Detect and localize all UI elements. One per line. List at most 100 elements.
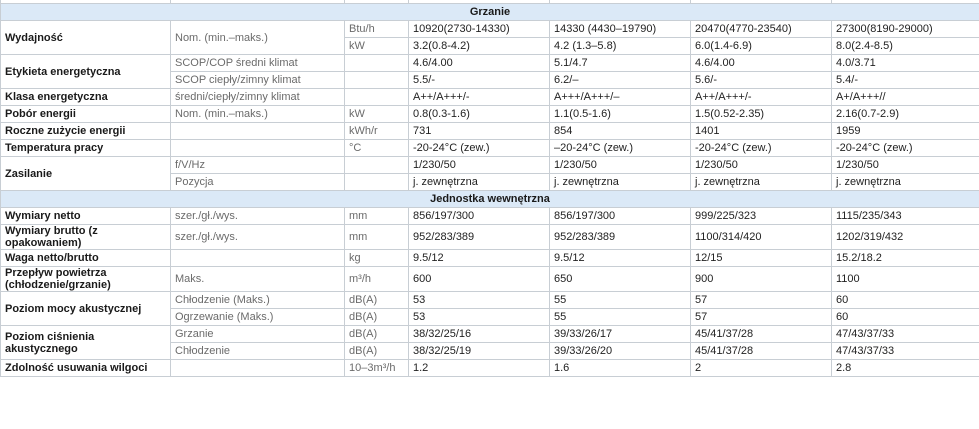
value-cell: 55 [549, 308, 691, 326]
value-cell: 14330 (4430–19790) [549, 20, 691, 38]
section-heating-row: Grzanie [0, 3, 979, 21]
row-condition: Nom. (min.–maks.) [170, 105, 345, 123]
row-label: Temperatura pracy [0, 139, 171, 157]
table-row: Poziom ciśnienia akustycznego Grzanie dB… [0, 325, 979, 360]
value-cell: 854 [549, 122, 691, 140]
row-unit: mm [344, 224, 409, 250]
row-condition: Grzanie [170, 325, 345, 343]
row-unit: dB(A) [344, 342, 409, 360]
row-condition: szer./gł./wys. [170, 207, 345, 225]
row-unit: dB(A) [344, 325, 409, 343]
section-indoor: Jednostka wewnętrzna [0, 190, 979, 208]
row-label: Poziom ciśnienia akustycznego [0, 325, 171, 360]
row-label: Zasilanie [0, 156, 171, 191]
value-cell: 6.0(1.4-6.9) [690, 37, 832, 55]
value-cell: 1/230/50 [408, 156, 550, 174]
value-cell: 5.4/- [831, 71, 979, 89]
row-condition: szer./gł./wys. [170, 224, 345, 250]
row-unit: dB(A) [344, 291, 409, 309]
value-cell: 1100/314/420 [690, 224, 832, 250]
row-label: Roczne zużycie energii [0, 122, 171, 140]
table-row: Przepływ powietrza (chłodzenie/grzanie) … [0, 266, 979, 292]
value-cell: 12/15 [690, 249, 832, 267]
row-unit: Btu/h [344, 20, 409, 38]
table-row: Wymiary brutto (z opakowaniem) szer./gł.… [0, 224, 979, 250]
row-unit: kg [344, 249, 409, 267]
row-label: Przepływ powietrza (chłodzenie/grzanie) [0, 266, 171, 292]
row-unit: mm [344, 207, 409, 225]
row-condition [170, 249, 345, 267]
row-unit: kW [344, 105, 409, 123]
value-cell: 1100 [831, 266, 979, 292]
value-cell: j. zewnętrzna [690, 173, 832, 191]
value-cell: 9.5/12 [549, 249, 691, 267]
value-cell: 38/32/25/16 [408, 325, 550, 343]
value-cell: -20-24°C (zew.) [831, 139, 979, 157]
value-cell: 53 [408, 308, 550, 326]
value-cell: -20-24°C (zew.) [690, 139, 832, 157]
row-label: Poziom mocy akustycznej [0, 291, 171, 326]
row-condition: Ogrzewanie (Maks.) [170, 308, 345, 326]
value-cell: 57 [690, 291, 832, 309]
value-cell: 900 [690, 266, 832, 292]
section-heating: Grzanie [0, 3, 979, 21]
value-cell: A++/A+++/- [408, 88, 550, 106]
value-cell: 5.6/- [690, 71, 832, 89]
value-cell: 1401 [690, 122, 832, 140]
value-cell: 20470(4770-23540) [690, 20, 832, 38]
row-condition: Pozycja [170, 173, 345, 191]
value-cell: 45/41/37/28 [690, 325, 832, 343]
value-cell: 53 [408, 291, 550, 309]
value-cell: 39/33/26/20 [549, 342, 691, 360]
table-row: Waga netto/brutto kg 9.5/12 9.5/12 12/15… [0, 249, 979, 267]
section-indoor-row: Jednostka wewnętrzna [0, 190, 979, 208]
table-row: Zasilanie f/V/Hz 1/230/50 1/230/50 1/230… [0, 156, 979, 191]
value-cell: 47/43/37/33 [831, 342, 979, 360]
row-label: Waga netto/brutto [0, 249, 171, 267]
row-label: Etykieta energetyczna [0, 54, 171, 89]
row-condition: Maks. [170, 266, 345, 292]
value-cell: 856/197/300 [408, 207, 550, 225]
row-label: Pobór energii [0, 105, 171, 123]
value-cell: 38/32/25/19 [408, 342, 550, 360]
value-cell: 0.8(0.3-1.6) [408, 105, 550, 123]
row-condition: SCOP ciepły/zimny klimat [170, 71, 345, 89]
table-row: Roczne zużycie energii kWh/r 731 854 140… [0, 122, 979, 140]
value-cell: 2.8 [831, 359, 979, 377]
row-condition: Chłodzenie [170, 342, 345, 360]
value-cell: 27300(8190-29000) [831, 20, 979, 38]
table-row: Pobór energii Nom. (min.–maks.) kW 0.8(0… [0, 105, 979, 123]
spec-table: Grzanie Wydajność Nom. (min.–maks.) Btu/… [0, 0, 979, 377]
row-label: Wymiary netto [0, 207, 171, 225]
value-cell: 5.5/- [408, 71, 550, 89]
value-cell: 1.6 [549, 359, 691, 377]
row-unit [344, 88, 409, 106]
value-cell: 952/283/389 [408, 224, 550, 250]
table-row: Klasa energetyczna średni/ciepły/zimny k… [0, 88, 979, 106]
row-unit: °C [344, 139, 409, 157]
row-condition: SCOP/COP średni klimat [170, 54, 345, 72]
value-cell: 1959 [831, 122, 979, 140]
table-row: Zdolność usuwania wilgoci 10–3m³/h 1.2 1… [0, 359, 979, 377]
value-cell: 45/41/37/28 [690, 342, 832, 360]
table-row: Poziom mocy akustycznej Chłodzenie (Maks… [0, 291, 979, 326]
value-cell: 1115/235/343 [831, 207, 979, 225]
value-cell: 60 [831, 291, 979, 309]
table-row: Wydajność Nom. (min.–maks.) Btu/h 10920(… [0, 20, 979, 55]
value-cell: j. zewnętrzna [408, 173, 550, 191]
value-cell: 600 [408, 266, 550, 292]
row-unit: dB(A) [344, 308, 409, 326]
table-row: Wymiary netto szer./gł./wys. mm 856/197/… [0, 207, 979, 225]
row-condition [170, 359, 345, 377]
value-cell: A+/A+++// [831, 88, 979, 106]
value-cell: 856/197/300 [549, 207, 691, 225]
row-label: Zdolność usuwania wilgoci [0, 359, 171, 377]
row-label: Wydajność [0, 20, 171, 55]
value-cell: 1/230/50 [549, 156, 691, 174]
value-cell: 57 [690, 308, 832, 326]
value-cell: 1.5(0.52-2.35) [690, 105, 832, 123]
value-cell: 15.2/18.2 [831, 249, 979, 267]
value-cell: 1202/319/432 [831, 224, 979, 250]
value-cell: A++/A+++/- [690, 88, 832, 106]
value-cell: 3.2(0.8-4.2) [408, 37, 550, 55]
